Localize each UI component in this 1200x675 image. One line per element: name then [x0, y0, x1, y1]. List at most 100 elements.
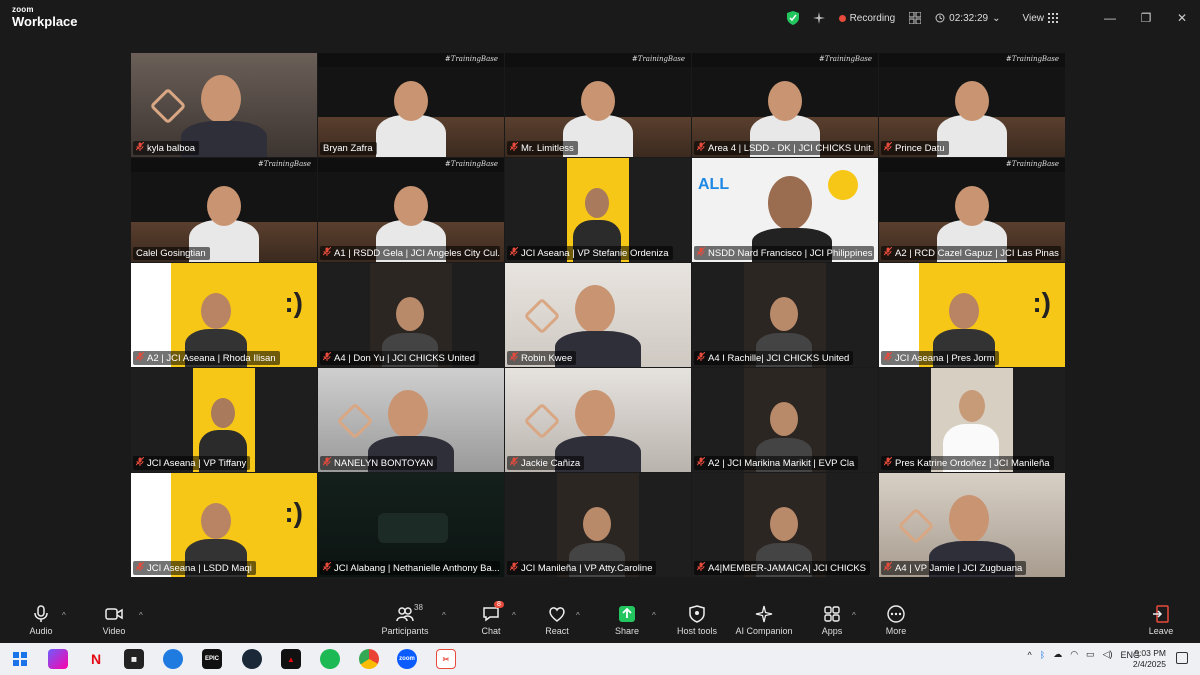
participant-name-label: NSDD Nard Francisco | JCI Philippines — [694, 246, 874, 260]
steam-icon[interactable] — [242, 649, 262, 669]
participants-button[interactable]: 38 Participants — [370, 603, 440, 636]
participant-tile[interactable]: A2 | JCI Marikina Marikit | EVP Cla — [692, 368, 878, 472]
more-icon — [887, 605, 905, 623]
notification-icon[interactable] — [1176, 652, 1188, 664]
host-tools-button[interactable]: Host tools — [662, 605, 732, 636]
participant-tile[interactable]: A4 | VP Jamie | JCI Zugbuana — [879, 473, 1065, 577]
participants-icon — [396, 607, 414, 622]
ai-companion-button[interactable]: AI Companion — [729, 605, 799, 636]
epic-games-icon[interactable]: EPIC — [202, 649, 222, 669]
tray-chevron-up-icon[interactable]: ^ — [1028, 650, 1032, 660]
netflix-icon[interactable]: N — [86, 649, 106, 669]
participant-tile[interactable]: ALL NSDD Nard Francisco | JCI Philippines — [692, 158, 878, 262]
participant-tile[interactable]: NANELYN BONTOYAN — [318, 368, 504, 472]
participant-name: Bryan Zafra — [323, 143, 373, 154]
brand-big: Workplace — [12, 14, 78, 29]
participant-tile[interactable]: JCI Manileña | VP Atty.Caroline — [505, 473, 691, 577]
share-button[interactable]: Share — [592, 605, 662, 636]
minimize-button[interactable]: — — [1092, 11, 1128, 25]
wifi-icon[interactable]: ◠ — [1070, 649, 1078, 660]
participants-label: Participants — [381, 626, 429, 636]
zoom-taskbar-icon[interactable]: zoom — [397, 649, 417, 669]
participants-caret-icon[interactable]: ^ — [442, 611, 446, 620]
view-button[interactable]: View — [1022, 12, 1058, 24]
video-caret-icon[interactable]: ^ — [139, 611, 143, 620]
react-caret-icon[interactable]: ^ — [576, 611, 580, 620]
muted-microphone-icon — [135, 351, 145, 364]
participant-tile[interactable]: #TrainingBase Calel Gosingtian — [131, 158, 317, 262]
ai-companion-label: AI Companion — [735, 626, 793, 636]
chat-caret-icon[interactable]: ^ — [512, 611, 516, 620]
copilot-icon[interactable] — [48, 649, 68, 669]
participant-name: Robin Kwee — [521, 352, 573, 364]
participant-tile[interactable]: #TrainingBase A2 | RCD Cazel Gapuz | JCI … — [879, 158, 1065, 262]
video-button[interactable]: Video — [79, 605, 149, 636]
participant-name: JCI Aseana | VP Tiffany — [147, 457, 247, 469]
blue-app-icon[interactable] — [163, 649, 183, 669]
muted-microphone-icon — [696, 456, 706, 469]
red-app-icon[interactable]: ▲ — [281, 649, 301, 669]
participant-tile[interactable]: A4 I Rachille| JCI CHICKS United — [692, 263, 878, 367]
participant-name-label: Bryan Zafra — [320, 142, 377, 155]
participant-tile[interactable]: #TrainingBase A1 | RSDD Gela | JCI Angele… — [318, 158, 504, 262]
taskbar-clock[interactable]: 9:03 PM 2/4/2025 — [1133, 648, 1166, 670]
game-app-icon[interactable]: ▦ — [124, 649, 144, 669]
sparkle-icon[interactable] — [812, 12, 825, 24]
participant-name-label: A4 | Don Yu | JCI CHICKS United — [320, 351, 479, 365]
participant-tile[interactable]: #TrainingBase Area 4 | LSDD - DK | JCI CH… — [692, 53, 878, 157]
participant-tile[interactable]: :) JCI Aseana | Pres Jorm — [879, 263, 1065, 367]
participant-tile[interactable]: A4|MEMBER-JAMAICA| JCI CHICKS — [692, 473, 878, 577]
grid-toggle-icon[interactable] — [909, 12, 922, 24]
cloud-icon[interactable]: ☁ — [1053, 649, 1062, 660]
volume-icon[interactable]: ◁) — [1103, 649, 1113, 660]
windows-start-icon[interactable] — [10, 649, 30, 669]
apps-button[interactable]: Apps — [797, 605, 867, 636]
react-button[interactable]: React — [522, 605, 592, 636]
participant-tile[interactable]: #TrainingBase Bryan Zafra — [318, 53, 504, 157]
host-tools-label: Host tools — [676, 626, 718, 636]
participant-tile[interactable]: #TrainingBase Prince Datu — [879, 53, 1065, 157]
leave-button[interactable]: Leave — [1126, 605, 1196, 636]
participant-tile[interactable]: JCI Aseana | VP Tiffany — [131, 368, 317, 472]
audio-caret-icon[interactable]: ^ — [62, 611, 66, 620]
participant-tile[interactable]: A4 | Don Yu | JCI CHICKS United — [318, 263, 504, 367]
restore-button[interactable]: ❐ — [1128, 11, 1164, 25]
participant-tile[interactable]: :) JCI Aseana | LSDD Maqi — [131, 473, 317, 577]
participant-tile[interactable]: Jackie Cañiza — [505, 368, 691, 472]
participant-tile[interactable]: JCI Alabang | Nethanielle Anthony Ba... — [318, 473, 504, 577]
video-grid: kyla balboa #TrainingBase Bryan Zafra #Trai… — [131, 53, 1069, 581]
bluetooth-icon[interactable]: ᛒ — [1040, 650, 1045, 660]
participant-name: A4 | VP Jamie | JCI Zugbuana — [895, 562, 1023, 574]
participant-tile[interactable]: Pres Katrine Ordoñez | JCI Manileña — [879, 368, 1065, 472]
chat-button[interactable]: 8 Chat — [456, 601, 526, 636]
security-shield-icon[interactable] — [786, 11, 799, 25]
snip-tool-icon[interactable]: ✂ — [436, 649, 456, 669]
participant-name-label: Robin Kwee — [507, 351, 577, 365]
share-caret-icon[interactable]: ^ — [652, 611, 656, 620]
apps-caret-icon[interactable]: ^ — [852, 611, 856, 620]
muted-microphone-icon — [883, 246, 893, 259]
muted-microphone-icon — [509, 246, 519, 259]
participant-tile[interactable]: JCI Aseana | VP Stefanie Ordeniza — [505, 158, 691, 262]
close-button[interactable]: ✕ — [1164, 11, 1200, 25]
participant-tile[interactable]: :) A2 | JCI Aseana | Rhoda Ilisan — [131, 263, 317, 367]
battery-icon[interactable]: ▭ — [1086, 649, 1095, 660]
audio-button[interactable]: Audio — [6, 605, 76, 636]
participant-name-label: Jackie Cañiza — [507, 456, 585, 470]
more-button[interactable]: More — [861, 605, 931, 636]
clock-date: 2/4/2025 — [1132, 659, 1166, 669]
zoom-logo: zoom Workplace — [12, 5, 78, 29]
meeting-timer[interactable]: 02:32:29 ⌄ — [935, 13, 1001, 24]
spotify-icon[interactable] — [320, 649, 340, 669]
participant-tile[interactable]: #TrainingBase Mr. Limitless — [505, 53, 691, 157]
chrome-icon[interactable] — [359, 649, 379, 669]
participant-tile[interactable]: Robin Kwee — [505, 263, 691, 367]
participant-tile[interactable]: kyla balboa — [131, 53, 317, 157]
participant-name: A4|MEMBER-JAMAICA| JCI CHICKS — [708, 562, 867, 574]
participant-name: Area 4 | LSDD - DK | JCI CHICKS Unit... — [708, 142, 874, 154]
view-label: View — [1022, 12, 1045, 24]
brand-small: zoom — [12, 5, 34, 14]
participant-name-label: Mr. Limitless — [507, 141, 578, 155]
recording-indicator[interactable]: Recording — [838, 13, 895, 24]
share-icon — [619, 606, 635, 622]
